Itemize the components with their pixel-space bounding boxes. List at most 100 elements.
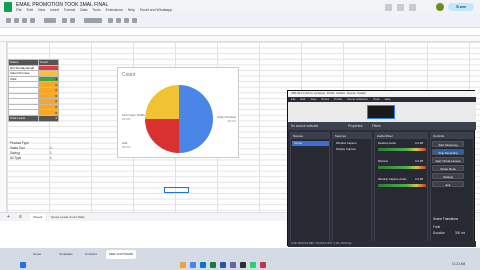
sheets-logo-icon <box>4 2 12 12</box>
comment-icon[interactable] <box>397 4 404 11</box>
obs-source-toolbar: No source selected Properties Filters <box>288 122 476 130</box>
add-sheet-icon[interactable]: + <box>4 214 13 221</box>
whatsapp-icon[interactable] <box>250 262 256 268</box>
source-item[interactable]: Window Capture <box>334 141 371 146</box>
history-icon[interactable] <box>385 4 392 11</box>
italic-icon[interactable] <box>116 18 121 23</box>
undo-icon[interactable] <box>6 18 11 23</box>
properties-button[interactable]: Properties <box>348 124 363 128</box>
product-type-title[interactable]: Product Type <box>10 141 29 145</box>
obs-title-text: OBS 29.0.0 (64-bit, windows) - Profile: … <box>291 92 366 95</box>
product-row-label[interactable]: Sales Tool <box>10 146 25 150</box>
obs-icon[interactable] <box>240 262 246 268</box>
preview-thumbnail[interactable] <box>367 105 395 119</box>
stop-recording-button[interactable]: Stop Recording <box>432 149 464 155</box>
teams-icon[interactable] <box>230 262 236 268</box>
duration-label: Duration <box>433 231 446 235</box>
pie-slice[interactable] <box>179 85 213 153</box>
no-source-label: No source selected <box>291 124 319 128</box>
menu-file[interactable]: File <box>16 8 22 12</box>
selected-cell[interactable] <box>164 187 189 193</box>
filters-button[interactable]: Filters <box>372 124 381 128</box>
product-row-label[interactable]: All Type <box>10 156 21 160</box>
menu-extensions[interactable]: Extensions <box>106 8 123 12</box>
print-icon[interactable] <box>22 18 27 23</box>
mixer-db-label: 0.0 dB <box>415 141 424 145</box>
meet-icon[interactable] <box>409 4 416 11</box>
pie-chart[interactable]: Count Last Open Tariffs 50.0% Order Produc… <box>117 67 239 158</box>
total-label[interactable]: Total Leads <box>8 114 39 122</box>
menu-edit[interactable]: Edit <box>27 8 33 12</box>
total-value[interactable]: 4 <box>38 114 59 122</box>
start-icon[interactable] <box>20 262 26 268</box>
zoom-select[interactable] <box>44 18 56 23</box>
menu-insert[interactable]: Insert <box>50 8 59 12</box>
audio-meter <box>378 166 426 169</box>
menu-help[interactable]: Help <box>128 8 135 12</box>
studio-mode-button[interactable]: Studio Mode <box>432 165 464 171</box>
bold-icon[interactable] <box>108 18 113 23</box>
audio-mixer-dock: Audio Mixer Desktop Audio 0.0 dB Mic/Aux… <box>374 132 428 244</box>
source-item[interactable]: Display Capture <box>334 147 371 152</box>
pie-slice[interactable] <box>145 85 179 119</box>
menu-email-whatsapp[interactable]: Email and Whatsapp <box>140 8 172 12</box>
start-streaming-button[interactable]: Start Streaming <box>432 141 464 147</box>
tab-quote-leads[interactable]: Quote Leads Count Daily <box>48 214 88 221</box>
word-icon[interactable] <box>220 262 226 268</box>
percent-icon[interactable] <box>70 18 75 23</box>
pie-slice[interactable] <box>145 119 179 153</box>
transition-type-select[interactable]: Fade <box>433 225 440 229</box>
chrome-icon[interactable] <box>190 262 196 268</box>
title-bar: EMAIL PROMOTION TOOK 3MAL FINAL File Edi… <box>0 0 480 14</box>
scene-item[interactable]: Scene <box>292 141 329 146</box>
status-table: Status Count Not Sunday Email Client Pro… <box>8 59 59 122</box>
duration-input[interactable]: 300 ms <box>455 231 465 235</box>
avatar[interactable] <box>436 3 444 11</box>
obs-preview[interactable] <box>288 102 476 122</box>
exit-button[interactable]: Exit <box>432 181 464 187</box>
formula-bar[interactable] <box>0 28 480 36</box>
toolbar <box>0 14 480 28</box>
taskbar-tab-templates[interactable]: Templates <box>56 250 76 259</box>
pie-slice-value: 50.0% <box>122 117 131 121</box>
text-color-icon[interactable] <box>132 18 137 23</box>
redo-icon[interactable] <box>14 18 19 23</box>
virtual-camera-button[interactable]: Start Virtual Camera <box>432 157 464 163</box>
table-cell-label[interactable]: Not Sunday Email <box>8 64 39 72</box>
sources-dock: Sources Window Capture Display Capture <box>332 132 372 244</box>
audio-meter <box>378 184 426 187</box>
menu-format[interactable]: Format <box>64 8 75 12</box>
font-select[interactable] <box>84 18 102 23</box>
pie-slice-value: 25.0% <box>227 119 236 123</box>
product-row-value[interactable]: 1 <box>50 146 52 150</box>
all-sheets-icon[interactable]: ≡ <box>16 214 25 221</box>
tab-sheet1[interactable]: Sheet1 <box>30 214 46 221</box>
excel-icon[interactable] <box>210 262 216 268</box>
obs-status-bar: LIVE: 00:00:00 REC: 00:00:52 CPU: 3.4%, … <box>288 241 476 247</box>
mixer-channel-label: Desktop Audio <box>378 141 397 145</box>
row-headers <box>0 42 7 212</box>
mixer-channel-label: Mic/Aux <box>378 159 388 163</box>
scenes-header: Scenes <box>291 133 329 139</box>
app-icon[interactable] <box>260 262 266 268</box>
taskbar-tab-contacts[interactable]: Contacts <box>82 250 100 259</box>
taskbar-tab-home[interactable]: Home <box>30 250 44 259</box>
menu-tools[interactable]: Tools <box>92 8 100 12</box>
currency-icon[interactable] <box>62 18 67 23</box>
strikethrough-icon[interactable] <box>124 18 129 23</box>
product-row-value[interactable]: 1 <box>50 151 52 155</box>
settings-button[interactable]: Settings <box>432 173 464 179</box>
product-row-value[interactable]: 1 <box>50 156 52 160</box>
taskbar-clock[interactable]: 11:22 AM <box>452 262 465 266</box>
menu-data[interactable]: Data <box>80 8 87 12</box>
edge-icon[interactable] <box>200 262 206 268</box>
taskbar-tab-mee-software[interactable]: MEE SOFTWARE <box>106 250 137 259</box>
pie-chart-svg: Last Open Tariffs50.0% Order Product25.0%… <box>122 85 236 153</box>
scene-transitions-header: Scene Transitions <box>433 217 459 221</box>
file-explorer-icon[interactable] <box>180 262 186 268</box>
menu-view[interactable]: View <box>38 8 46 12</box>
product-row-label[interactable]: Saving <box>10 151 20 155</box>
paint-format-icon[interactable] <box>30 18 35 23</box>
share-button[interactable]: Share <box>448 3 474 11</box>
sources-header: Sources <box>333 133 371 139</box>
